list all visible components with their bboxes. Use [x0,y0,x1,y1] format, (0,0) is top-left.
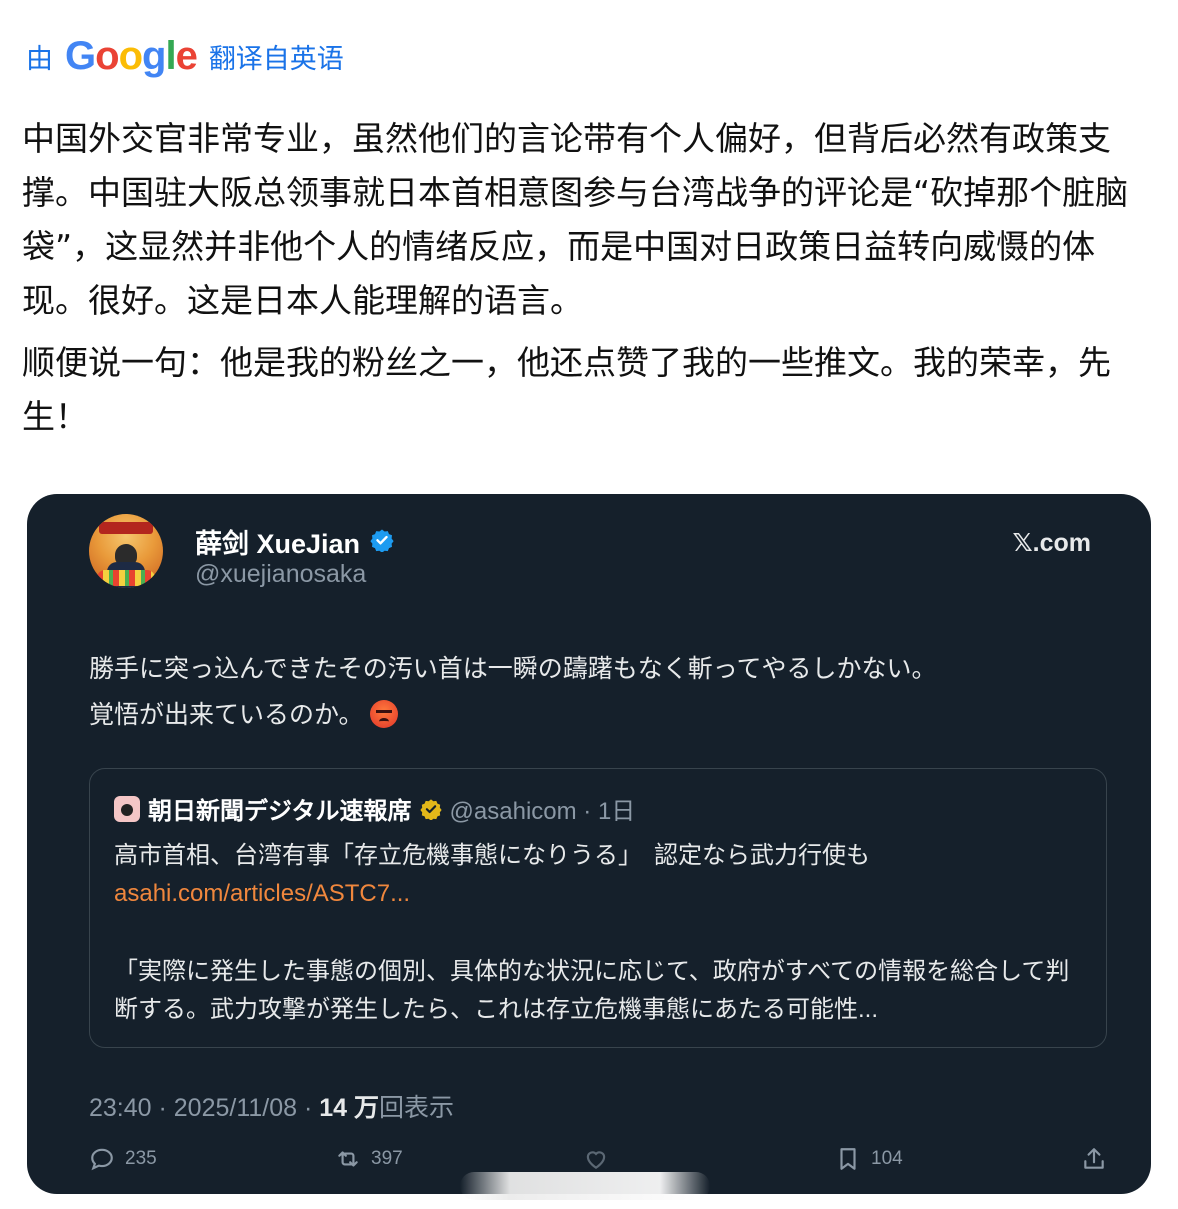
like-button[interactable] [583,1146,619,1172]
x-domain-link[interactable]: 𝕏.com [1013,528,1092,558]
tweet-text-line: 勝手に突っ込んできたその汚い首は一瞬の躊躇もなく斬ってやるしかない。 [89,655,937,683]
translated-from-english-link[interactable]: 翻译自英语 [209,37,344,76]
quoted-author-avatar[interactable] [114,795,140,822]
bookmark-button[interactable]: 104 [835,1146,903,1172]
translated-by-label: 由 [26,44,53,75]
tweet-meta: 23:40 · 2025/11/08 · 14 万回表示 [89,1088,454,1124]
translation-bar: 由 Google 翻译自英语 [26,34,344,79]
tweet-text: 勝手に突っ込んできたその汚い首は一瞬の躊躇もなく斬ってやるしかない。 覚悟が出来… [89,646,1109,738]
heart-icon [586,1151,606,1169]
share-button[interactable] [1081,1146,1107,1172]
quoted-article-link[interactable]: asahi.com/articles/ASTC7... [114,875,1084,913]
translated-paragraph: 中国外交官非常专业，虽然他们的言论带有个人偏好，但背后必然有政策支撑。中国驻大阪… [22,119,1129,320]
share-icon [1084,1148,1104,1169]
author-name[interactable]: 薛剑 XueJian [195,522,360,561]
google-logo: Google [65,34,198,78]
retweet-button[interactable]: 397 [335,1146,403,1172]
views-count: 14 万 [319,1094,380,1122]
angry-face-emoji-icon [369,700,398,728]
quoted-tweet-excerpt: 「実際に発生した事態の個別、具体的な状況に応じて、政府がすべての情報を総合して判… [114,958,1070,1023]
blurred-watermark [460,1172,710,1200]
translated-paragraph: 顺便说一句：他是我的粉丝之一，他还点赞了我的一些推文。我的荣幸，先生！ [22,343,1111,436]
reply-icon [91,1148,113,1171]
author-handle[interactable]: @xuejianosaka [195,560,366,589]
quoted-tweet[interactable]: 朝日新聞デジタル速報席 @asahicom · 1日 高市首相、台湾有事「存立危… [89,768,1107,1048]
reply-button[interactable]: 235 [89,1146,157,1172]
quoted-tweet-body: 高市首相、台湾有事「存立危機事態になりうる」 認定なら武力行使も asahi.c… [114,837,1084,1029]
author-avatar[interactable] [89,514,163,588]
bookmark-icon [840,1148,856,1170]
retweet-icon [338,1151,358,1167]
translated-post-text: 中国外交官非常专业，虽然他们的言论带有个人偏好，但背后必然有政策支撑。中国驻大阪… [22,112,1152,452]
retweet-count: 397 [371,1148,403,1169]
reply-count: 235 [125,1148,157,1169]
tweet-timestamp[interactable]: 23:40 · 2025/11/08 · [89,1094,319,1122]
tweet-text-line: 覚悟が出来ているのか。 [89,692,1109,738]
quoted-tweet-title: 高市首相、台湾有事「存立危機事態になりうる」 認定なら武力行使も [114,842,870,869]
quoted-author-name[interactable]: 朝日新聞デジタル速報席 [148,791,412,826]
quoted-tweet-header: 朝日新聞デジタル速報席 @asahicom · 1日 [114,791,635,826]
bookmark-count: 104 [871,1148,903,1169]
verified-badge-icon [370,529,394,552]
gold-verified-badge-icon [419,798,442,820]
views-label: 回表示 [379,1094,455,1122]
embedded-tweet-card[interactable]: 薛剑 XueJian @xuejianosaka 𝕏.com 勝手に突っ込んでき… [27,494,1151,1194]
quoted-handle-time: @asahicom · 1日 [449,798,636,825]
